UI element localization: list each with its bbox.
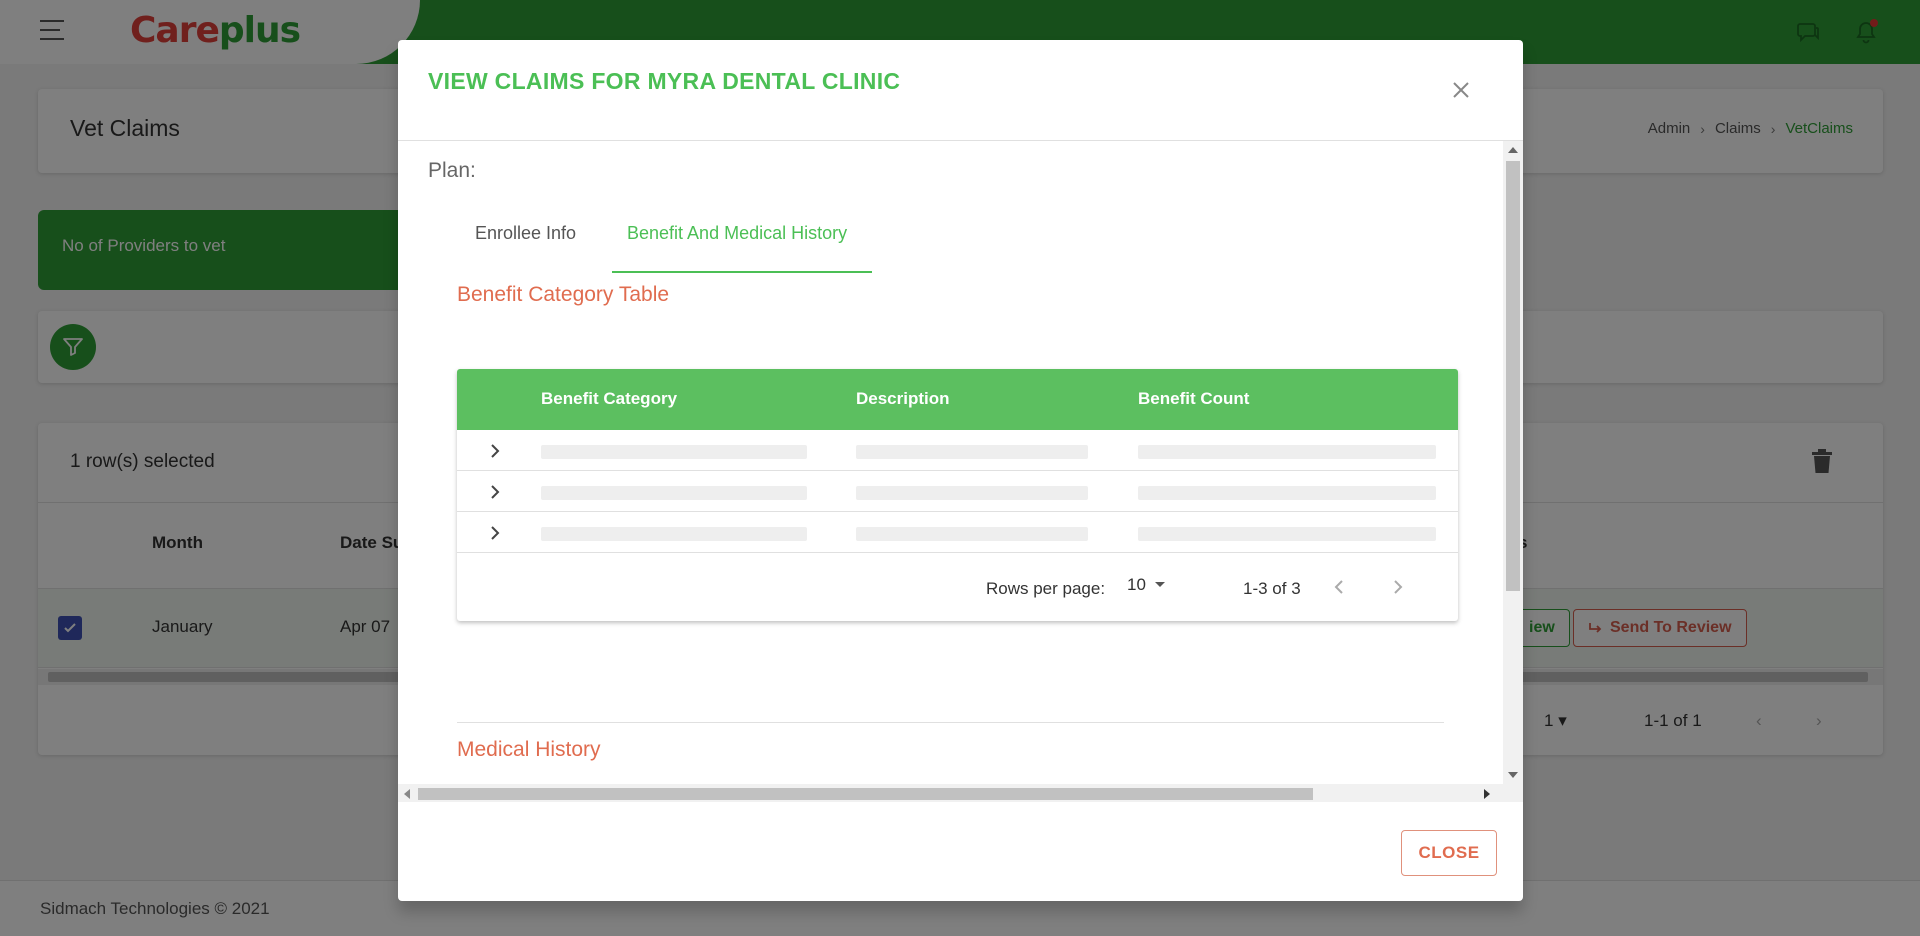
loading-skeleton <box>856 486 1088 500</box>
chevron-right-icon[interactable] <box>483 521 507 545</box>
tab-enrollee-info[interactable]: Enrollee Info <box>475 223 625 267</box>
loading-skeleton <box>856 445 1088 459</box>
column-header-benefit-category[interactable]: Benefit Category <box>541 389 677 409</box>
table-pagination: Rows per page: 10 1-3 of 3 <box>457 555 1458 619</box>
rows-per-page-label: Rows per page: <box>986 579 1106 598</box>
table-row[interactable] <box>457 471 1458 512</box>
scroll-right-icon <box>1484 789 1490 799</box>
next-page-icon[interactable] <box>1384 573 1412 601</box>
modal-title: VIEW CLAIMS FOR MYRA DENTAL CLINIC <box>428 68 901 94</box>
medical-history-title: Medical History <box>457 738 601 761</box>
scroll-up-icon <box>1508 147 1518 153</box>
close-icon[interactable] <box>1447 76 1475 104</box>
table-row[interactable] <box>457 430 1458 471</box>
loading-skeleton <box>541 445 807 459</box>
pagination-range: 1-3 of 3 <box>1243 579 1301 598</box>
tab-benefit-medical-history[interactable]: Benefit And Medical History <box>612 223 872 273</box>
prev-page-icon[interactable] <box>1325 573 1353 601</box>
benefit-category-table: Benefit Category Description Benefit Cou… <box>457 369 1458 621</box>
loading-skeleton <box>541 527 807 541</box>
chevron-right-icon[interactable] <box>483 439 507 463</box>
table-header: Benefit Category Description Benefit Cou… <box>457 369 1458 430</box>
loading-skeleton <box>1138 527 1436 541</box>
loading-skeleton <box>1138 445 1436 459</box>
table-row[interactable] <box>457 512 1458 553</box>
column-header-benefit-count[interactable]: Benefit Count <box>1138 389 1249 409</box>
column-header-description[interactable]: Description <box>856 389 950 409</box>
chevron-right-icon[interactable] <box>483 480 507 504</box>
modal-content: Plan: Enrollee Info Benefit And Medical … <box>398 141 1503 784</box>
benefit-section-title: Benefit Category Table <box>457 283 670 306</box>
loading-skeleton <box>541 486 807 500</box>
view-claims-modal: VIEW CLAIMS FOR MYRA DENTAL CLINIC Plan:… <box>398 40 1523 901</box>
loading-skeleton <box>1138 486 1436 500</box>
vertical-scrollbar[interactable] <box>1503 141 1523 784</box>
dropdown-arrow-icon <box>1154 582 1165 587</box>
scroll-left-icon <box>404 789 410 799</box>
close-button[interactable]: CLOSE <box>1401 830 1497 876</box>
horizontal-scrollbar[interactable] <box>398 784 1523 802</box>
loading-skeleton <box>856 527 1088 541</box>
scroll-down-icon <box>1508 772 1518 778</box>
rows-per-page-select[interactable]: 10 <box>1127 575 1166 595</box>
section-divider <box>457 722 1444 723</box>
plan-label: Plan: <box>428 159 476 182</box>
